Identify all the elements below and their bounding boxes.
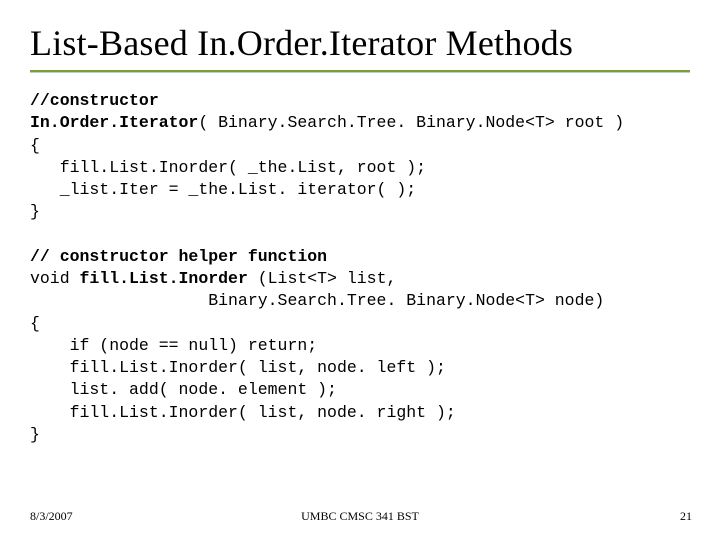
code-line: // constructor helper function: [30, 247, 327, 266]
code-line: list. add( node. element );: [30, 380, 337, 399]
title-underline: [30, 70, 690, 72]
code-line: ( Binary.Search.Tree. Binary.Node<T> roo…: [198, 113, 624, 132]
slide: List-Based In.Order.Iterator Methods //c…: [0, 0, 720, 540]
code-line: void: [30, 269, 80, 288]
code-line: _list.Iter = _the.List. iterator( );: [30, 180, 416, 199]
footer-page-number: 21: [680, 509, 692, 524]
code-line: }: [30, 425, 40, 444]
code-block: //constructor In.Order.Iterator( Binary.…: [30, 90, 692, 446]
code-line: fill.List.Inorder( _the.List, root );: [30, 158, 426, 177]
title-region: List-Based In.Order.Iterator Methods: [24, 16, 696, 82]
code-line: //constructor: [30, 91, 159, 110]
code-line: (List<T> list,: [248, 269, 397, 288]
code-line: {: [30, 314, 40, 333]
code-line: }: [30, 202, 40, 221]
code-line: if (node == null) return;: [30, 336, 317, 355]
code-line: fill.List.Inorder( list, node. right );: [30, 403, 456, 422]
code-line: {: [30, 136, 40, 155]
code-line: Binary.Search.Tree. Binary.Node<T> node): [30, 291, 604, 310]
code-line: fill.List.Inorder: [80, 269, 248, 288]
footer-center: UMBC CMSC 341 BST: [0, 509, 720, 524]
code-line: In.Order.Iterator: [30, 113, 198, 132]
slide-title: List-Based In.Order.Iterator Methods: [30, 22, 690, 64]
code-line: fill.List.Inorder( list, node. left );: [30, 358, 446, 377]
